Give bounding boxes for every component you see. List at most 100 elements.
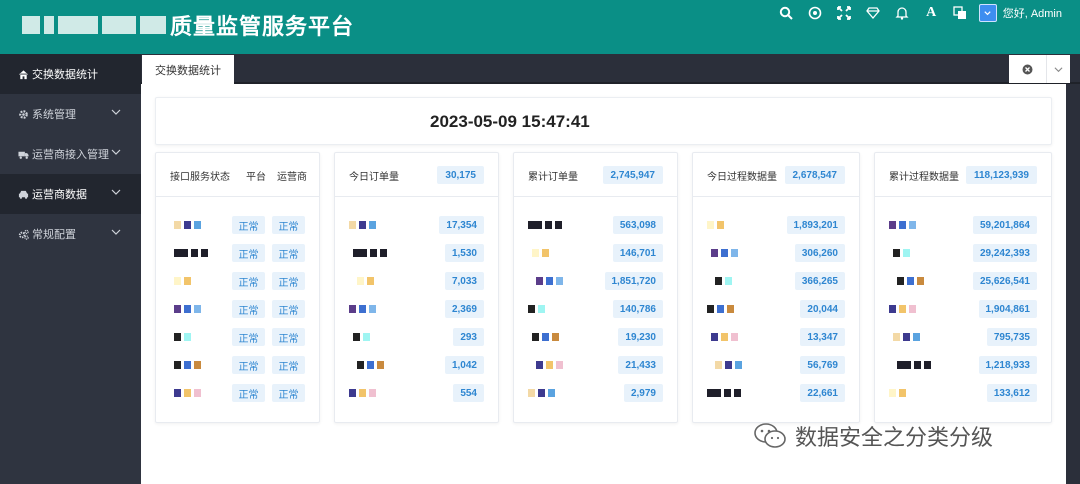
status-row: 正常 正常 [156, 215, 319, 235]
metric-value: 56,769 [800, 356, 845, 374]
chevron-down-icon [111, 229, 121, 235]
operator-status-badge: 正常 [272, 384, 305, 402]
redacted-label [349, 219, 379, 231]
operator-status-badge: 正常 [272, 356, 305, 374]
sidebar-item-general-config[interactable]: 常规配置 [0, 214, 141, 254]
diamond-icon[interactable] [859, 1, 888, 25]
font-icon[interactable]: A [917, 1, 946, 25]
tab-controls [1009, 55, 1070, 83]
metric-value: 306,260 [794, 244, 845, 262]
metric-row: 13,347 [693, 327, 859, 347]
redacted-label [711, 331, 741, 343]
redacted-label [353, 247, 390, 259]
total-badge: 118,123,939 [965, 166, 1037, 184]
metric-row: 1,893,201 [693, 215, 859, 235]
card-header: 今日订单量 30,175 [335, 153, 498, 197]
sidebar-item-label: 交换数据统计 [32, 69, 98, 81]
total-badge: 2,678,547 [784, 166, 845, 184]
operator-status-badge: 正常 [272, 300, 305, 318]
metric-value: 25,626,541 [972, 272, 1037, 290]
metric-row: 17,354 [335, 215, 498, 235]
metric-value: 1,904,861 [978, 300, 1037, 318]
platform-status-badge: 正常 [232, 272, 265, 290]
metric-value: 2,369 [444, 300, 484, 318]
sidebar-item-exchange-stats[interactable]: 交换数据统计 [0, 54, 141, 94]
metric-value: 59,201,864 [972, 216, 1037, 234]
metric-row: 1,851,720 [514, 271, 677, 291]
sidebar-item-system[interactable]: 系统管理 [0, 94, 141, 134]
sidebar: 交换数据统计 系统管理 运营商接入管理 运营商数据 常规配置 [0, 54, 141, 484]
fullscreen-icon[interactable] [830, 1, 859, 25]
tab-bar: 交换数据统计 [141, 54, 1080, 84]
chevron-down-icon [1054, 66, 1063, 72]
redacted-label [174, 247, 211, 259]
tab-exchange-stats[interactable]: 交换数据统计 [142, 55, 234, 84]
sidebar-item-operator-data[interactable]: 运营商数据 [0, 174, 141, 214]
truck-icon [16, 147, 30, 161]
sidebar-item-operator-access[interactable]: 运营商接入管理 [0, 134, 141, 174]
metric-value: 1,042 [444, 356, 484, 374]
logo-redacted-mark [22, 16, 166, 34]
gears-icon [16, 227, 30, 241]
metric-row: 1,904,861 [875, 299, 1051, 319]
home-icon [16, 67, 30, 81]
translate-icon[interactable] [946, 1, 975, 25]
operator-status-badge: 正常 [272, 216, 305, 234]
metric-value: 1,530 [444, 244, 484, 262]
redacted-label [707, 303, 737, 315]
redacted-label [357, 275, 377, 287]
platform-status-badge: 正常 [232, 328, 265, 346]
app-title: 质量监管服务平台 [170, 14, 355, 39]
metric-row: 293 [335, 327, 498, 347]
card-header: 今日过程数据量 2,678,547 [693, 153, 859, 197]
user-greeting[interactable]: 您好, Admin [1003, 5, 1062, 21]
redacted-label [536, 359, 566, 371]
bell-icon[interactable] [888, 1, 917, 25]
card-title: 今日订单量 [349, 172, 399, 183]
card-header: 累计订单量 2,745,947 [514, 153, 677, 197]
watermark: 数据安全之分类分级 [753, 420, 993, 452]
wechat-icon [754, 423, 786, 448]
sidebar-item-label: 常规配置 [32, 229, 76, 241]
redacted-label [528, 219, 565, 231]
metric-value: 795,735 [986, 328, 1037, 346]
status-row: 正常 正常 [156, 355, 319, 375]
tab-menu-dropdown[interactable] [1047, 55, 1070, 83]
sidebar-item-label: 运营商数据 [32, 189, 87, 201]
metric-value: 1,218,933 [978, 356, 1037, 374]
metric-row: 22,661 [693, 383, 859, 403]
chevron-down-icon [111, 189, 121, 195]
metric-value: 366,265 [794, 272, 845, 290]
avatar-icon[interactable] [978, 4, 997, 22]
close-tabs-button[interactable] [1009, 55, 1047, 83]
metric-value: 29,242,393 [972, 244, 1037, 262]
platform-status-badge: 正常 [232, 384, 265, 402]
status-row: 正常 正常 [156, 271, 319, 291]
redacted-label [174, 359, 204, 371]
close-circle-icon [1022, 64, 1033, 74]
metric-value: 21,433 [618, 356, 663, 374]
platform-status-badge: 正常 [232, 216, 265, 234]
redacted-label [889, 303, 919, 315]
platform-status-badge: 正常 [232, 244, 265, 262]
status-row: 正常 正常 [156, 243, 319, 263]
metric-row: 795,735 [875, 327, 1051, 347]
metric-value: 13,347 [800, 328, 845, 346]
metric-row: 59,201,864 [875, 215, 1051, 235]
target-icon[interactable] [801, 1, 830, 25]
metric-value: 20,044 [800, 300, 845, 318]
search-icon[interactable] [772, 1, 801, 25]
redacted-label [174, 275, 194, 287]
metric-value: 146,701 [612, 244, 663, 262]
sidebar-item-label: 运营商接入管理 [32, 149, 109, 161]
metric-value: 19,230 [618, 328, 663, 346]
metric-row: 146,701 [514, 243, 677, 263]
sidebar-item-label: 系统管理 [32, 109, 76, 121]
metric-row: 25,626,541 [875, 271, 1051, 291]
redacted-label [893, 331, 923, 343]
redacted-label [349, 387, 379, 399]
redacted-label [897, 359, 934, 371]
metric-row: 1,218,933 [875, 355, 1051, 375]
card-header: 累计过程数据量 118,123,939 [875, 153, 1051, 197]
platform-status-badge: 正常 [232, 300, 265, 318]
